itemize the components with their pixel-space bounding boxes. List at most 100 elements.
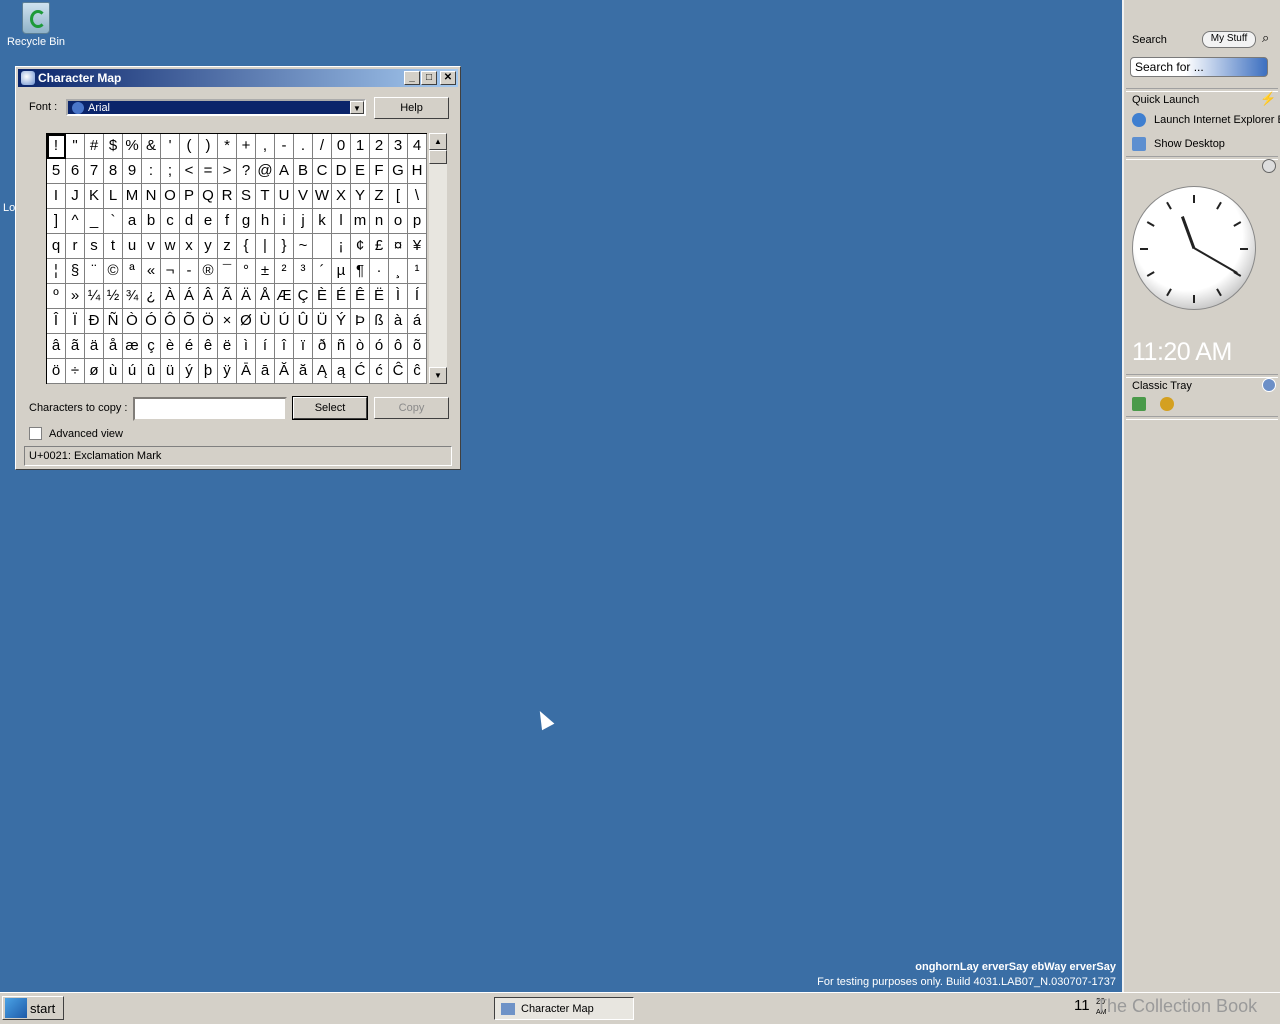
character-cell[interactable]: : (142, 159, 161, 184)
character-cell[interactable]: m (351, 209, 370, 234)
character-cell[interactable]: Î (47, 309, 66, 334)
character-cell[interactable]: I (47, 184, 66, 209)
character-cell[interactable]: ó (370, 334, 389, 359)
character-cell[interactable]: i (275, 209, 294, 234)
advanced-view-checkbox[interactable] (29, 427, 42, 440)
character-cell[interactable]: k (313, 209, 332, 234)
character-cell[interactable]: ' (161, 134, 180, 159)
character-cell[interactable]: ê (199, 334, 218, 359)
character-cell[interactable]: P (180, 184, 199, 209)
character-cell[interactable]: e (199, 209, 218, 234)
character-cell[interactable]: Ø (237, 309, 256, 334)
character-cell[interactable]: ) (199, 134, 218, 159)
character-cell[interactable]: J (66, 184, 85, 209)
character-cell[interactable]: ć (370, 359, 389, 384)
character-cell[interactable]: [ (389, 184, 408, 209)
character-cell[interactable]: ~ (294, 234, 313, 259)
character-cell[interactable]: í (256, 334, 275, 359)
character-cell[interactable]: Ö (199, 309, 218, 334)
character-cell[interactable]: @ (256, 159, 275, 184)
character-cell[interactable]: r (66, 234, 85, 259)
character-cell[interactable]: - (180, 259, 199, 284)
character-grid[interactable]: ! " # $% & '() * +, -./0 1 2 3 4 5 6 7 8 9:; < = >? @ A B C D E F G H… (46, 133, 427, 384)
character-cell[interactable]: ø (85, 359, 104, 384)
character-cell[interactable]: ^ (66, 209, 85, 234)
character-cell[interactable]: ç (142, 334, 161, 359)
character-cell[interactable]: O (161, 184, 180, 209)
advanced-view-option[interactable]: Advanced view (29, 427, 123, 440)
character-cell[interactable]: Q (199, 184, 218, 209)
character-cell[interactable]: È (313, 284, 332, 309)
character-cell[interactable]: ë (218, 334, 237, 359)
character-cell[interactable]: ù (104, 359, 123, 384)
character-cell[interactable]: Ë (370, 284, 389, 309)
character-cell[interactable]: î (275, 334, 294, 359)
character-cell[interactable]: . (294, 134, 313, 159)
character-cell[interactable]: ¬ (161, 259, 180, 284)
character-cell[interactable]: L (104, 184, 123, 209)
character-cell[interactable]: G (389, 159, 408, 184)
character-cell[interactable]: Ä (237, 284, 256, 309)
character-cell[interactable]: Â (199, 284, 218, 309)
character-cell[interactable]: S (237, 184, 256, 209)
character-cell[interactable]: x (180, 234, 199, 259)
character-cell[interactable]: Ù (256, 309, 275, 334)
character-cell[interactable]: ± (256, 259, 275, 284)
character-cell[interactable]: á (408, 309, 427, 334)
character-cell[interactable]: ô (389, 334, 408, 359)
search-icon[interactable]: ⌕ (1262, 30, 1269, 46)
character-cell[interactable]: & (142, 134, 161, 159)
character-cell[interactable]: * (218, 134, 237, 159)
character-cell[interactable]: v (142, 234, 161, 259)
character-cell[interactable]: Ā (237, 359, 256, 384)
character-cell[interactable]: T (256, 184, 275, 209)
scroll-thumb[interactable] (429, 150, 447, 164)
minimize-button[interactable]: _ (404, 71, 420, 85)
character-cell[interactable]: V (294, 184, 313, 209)
character-cell[interactable]: Ó (142, 309, 161, 334)
character-cell[interactable]: Ç (294, 284, 313, 309)
character-cell[interactable]: Ï (66, 309, 85, 334)
character-cell[interactable]: É (332, 284, 351, 309)
character-cell[interactable]: ö (47, 359, 66, 384)
character-cell[interactable]: u (123, 234, 142, 259)
character-cell[interactable]: ý (180, 359, 199, 384)
search-input[interactable]: Search for ... (1130, 57, 1268, 77)
character-cell[interactable]: 0 (332, 134, 351, 159)
character-cell[interactable]: Ñ (104, 309, 123, 334)
chevron-down-icon[interactable]: ▼ (350, 101, 364, 114)
character-cell[interactable]: ® (199, 259, 218, 284)
character-cell[interactable]: ¸ (389, 259, 408, 284)
close-button[interactable]: ✕ (440, 71, 456, 85)
character-cell[interactable]: # (85, 134, 104, 159)
scroll-down-arrow-icon[interactable]: ▼ (429, 367, 447, 384)
character-cell[interactable]: t (104, 234, 123, 259)
character-cell[interactable]: · (370, 259, 389, 284)
character-cell[interactable]: F (370, 159, 389, 184)
character-cell[interactable]: ; (161, 159, 180, 184)
character-cell[interactable]: ¾ (123, 284, 142, 309)
character-cell[interactable]: , (256, 134, 275, 159)
character-cell[interactable]: d (180, 209, 199, 234)
character-cell[interactable]: y (199, 234, 218, 259)
character-cell[interactable]: ¿ (142, 284, 161, 309)
character-cell[interactable]: 6 (66, 159, 85, 184)
character-cell[interactable]: ú (123, 359, 142, 384)
character-cell[interactable]: 2 (370, 134, 389, 159)
character-cell[interactable]: B (294, 159, 313, 184)
character-cell[interactable]: Ê (351, 284, 370, 309)
character-cell[interactable]: s (85, 234, 104, 259)
character-cell[interactable]: ¤ (389, 234, 408, 259)
character-cell[interactable]: o (389, 209, 408, 234)
character-cell[interactable]: ¥ (408, 234, 427, 259)
grid-scrollbar[interactable]: ▲ ▼ (429, 133, 447, 384)
character-cell[interactable]: 9 (123, 159, 142, 184)
character-cell[interactable]: Ý (332, 309, 351, 334)
classic-tray-options-icon[interactable] (1262, 378, 1276, 392)
character-cell[interactable]: Ă (275, 359, 294, 384)
character-cell[interactable]: l (332, 209, 351, 234)
character-cell[interactable]: ¢ (351, 234, 370, 259)
character-cell[interactable]: Ú (275, 309, 294, 334)
character-cell[interactable]: $ (104, 134, 123, 159)
character-cell[interactable]: ¶ (351, 259, 370, 284)
